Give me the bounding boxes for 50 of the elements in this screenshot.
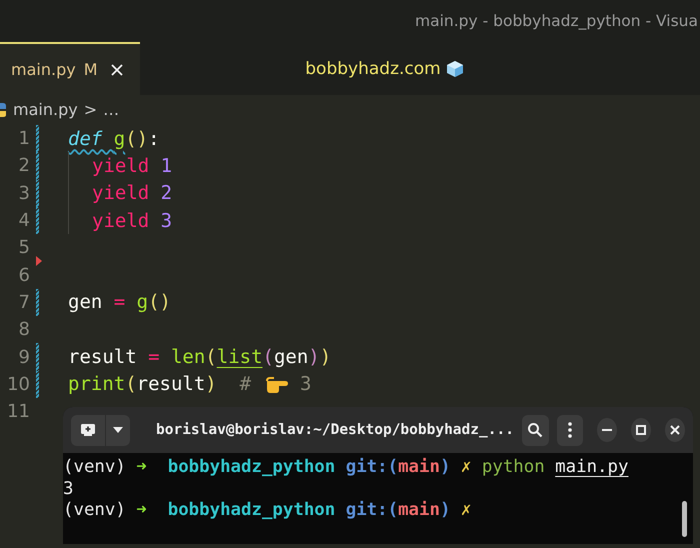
line-number: 11 (6, 401, 30, 422)
line-number: 5 (18, 237, 30, 258)
breadcrumb-file[interactable]: main.py (13, 100, 78, 119)
breadcrumb-separator: > (84, 100, 98, 119)
line-number: 6 (18, 264, 30, 286)
maximize-icon (636, 425, 646, 435)
terminal-line: 3 (63, 478, 74, 500)
line-number: 1 (18, 128, 30, 150)
search-icon (527, 422, 544, 438)
code-text: result = len(list(gen)) (68, 346, 332, 368)
kebab-menu-icon (568, 422, 572, 438)
terminal-line: (venv) ➜ bobbyhadz_python git:(main) ✗ python main.py (63, 457, 628, 478)
minimize-icon (602, 429, 612, 431)
banner-text: bobbyhadz.com (305, 58, 441, 78)
pointing-hand-icon (264, 374, 289, 394)
caret-icon (113, 427, 123, 433)
new-tab-button[interactable] (71, 414, 105, 446)
code-text: gen = g() (68, 291, 171, 314)
terminal-line: (venv) ➜ bobbyhadz_python git:(main) ✗ (63, 500, 472, 522)
window-title: main.py - bobbyhadz_python - Visua (415, 12, 698, 30)
line-number: 3 (18, 182, 30, 204)
code-text: yield 3 (92, 210, 172, 232)
python-file-icon (0, 100, 7, 118)
line-number: 9 (18, 346, 30, 368)
cube-icon (444, 58, 465, 78)
new-tab-icon (81, 424, 95, 436)
close-button[interactable] (665, 418, 685, 442)
menu-button[interactable] (556, 414, 584, 446)
line-number: 7 (18, 292, 30, 313)
scrollbar-thumb[interactable] (682, 501, 687, 537)
line-number: 4 (18, 210, 30, 232)
line-number: 10 (6, 374, 30, 395)
search-button[interactable] (522, 414, 549, 446)
editor-tab[interactable]: main.py M (0, 42, 140, 95)
line-number: 2 (18, 155, 30, 176)
code-text: print(result) # (68, 373, 252, 396)
tab-label: main.py (11, 60, 76, 79)
close-icon[interactable] (110, 62, 124, 76)
tab-status-letter: M (84, 60, 98, 79)
minimize-button[interactable] (597, 418, 618, 442)
breadcrumb-more[interactable]: … (103, 100, 120, 119)
dropdown-button[interactable] (106, 414, 130, 446)
code-comment: 3 (298, 373, 312, 396)
code-text: yield 1 (92, 154, 172, 177)
maximize-button[interactable] (631, 418, 652, 442)
close-icon (670, 425, 680, 435)
terminal-title: borislav@borislav:~/Desktop/bobbyhadz_... (155, 422, 514, 438)
line-number: 8 (18, 319, 30, 340)
code-text: yield 2 (92, 182, 172, 204)
code-text: def g(): (68, 128, 160, 150)
